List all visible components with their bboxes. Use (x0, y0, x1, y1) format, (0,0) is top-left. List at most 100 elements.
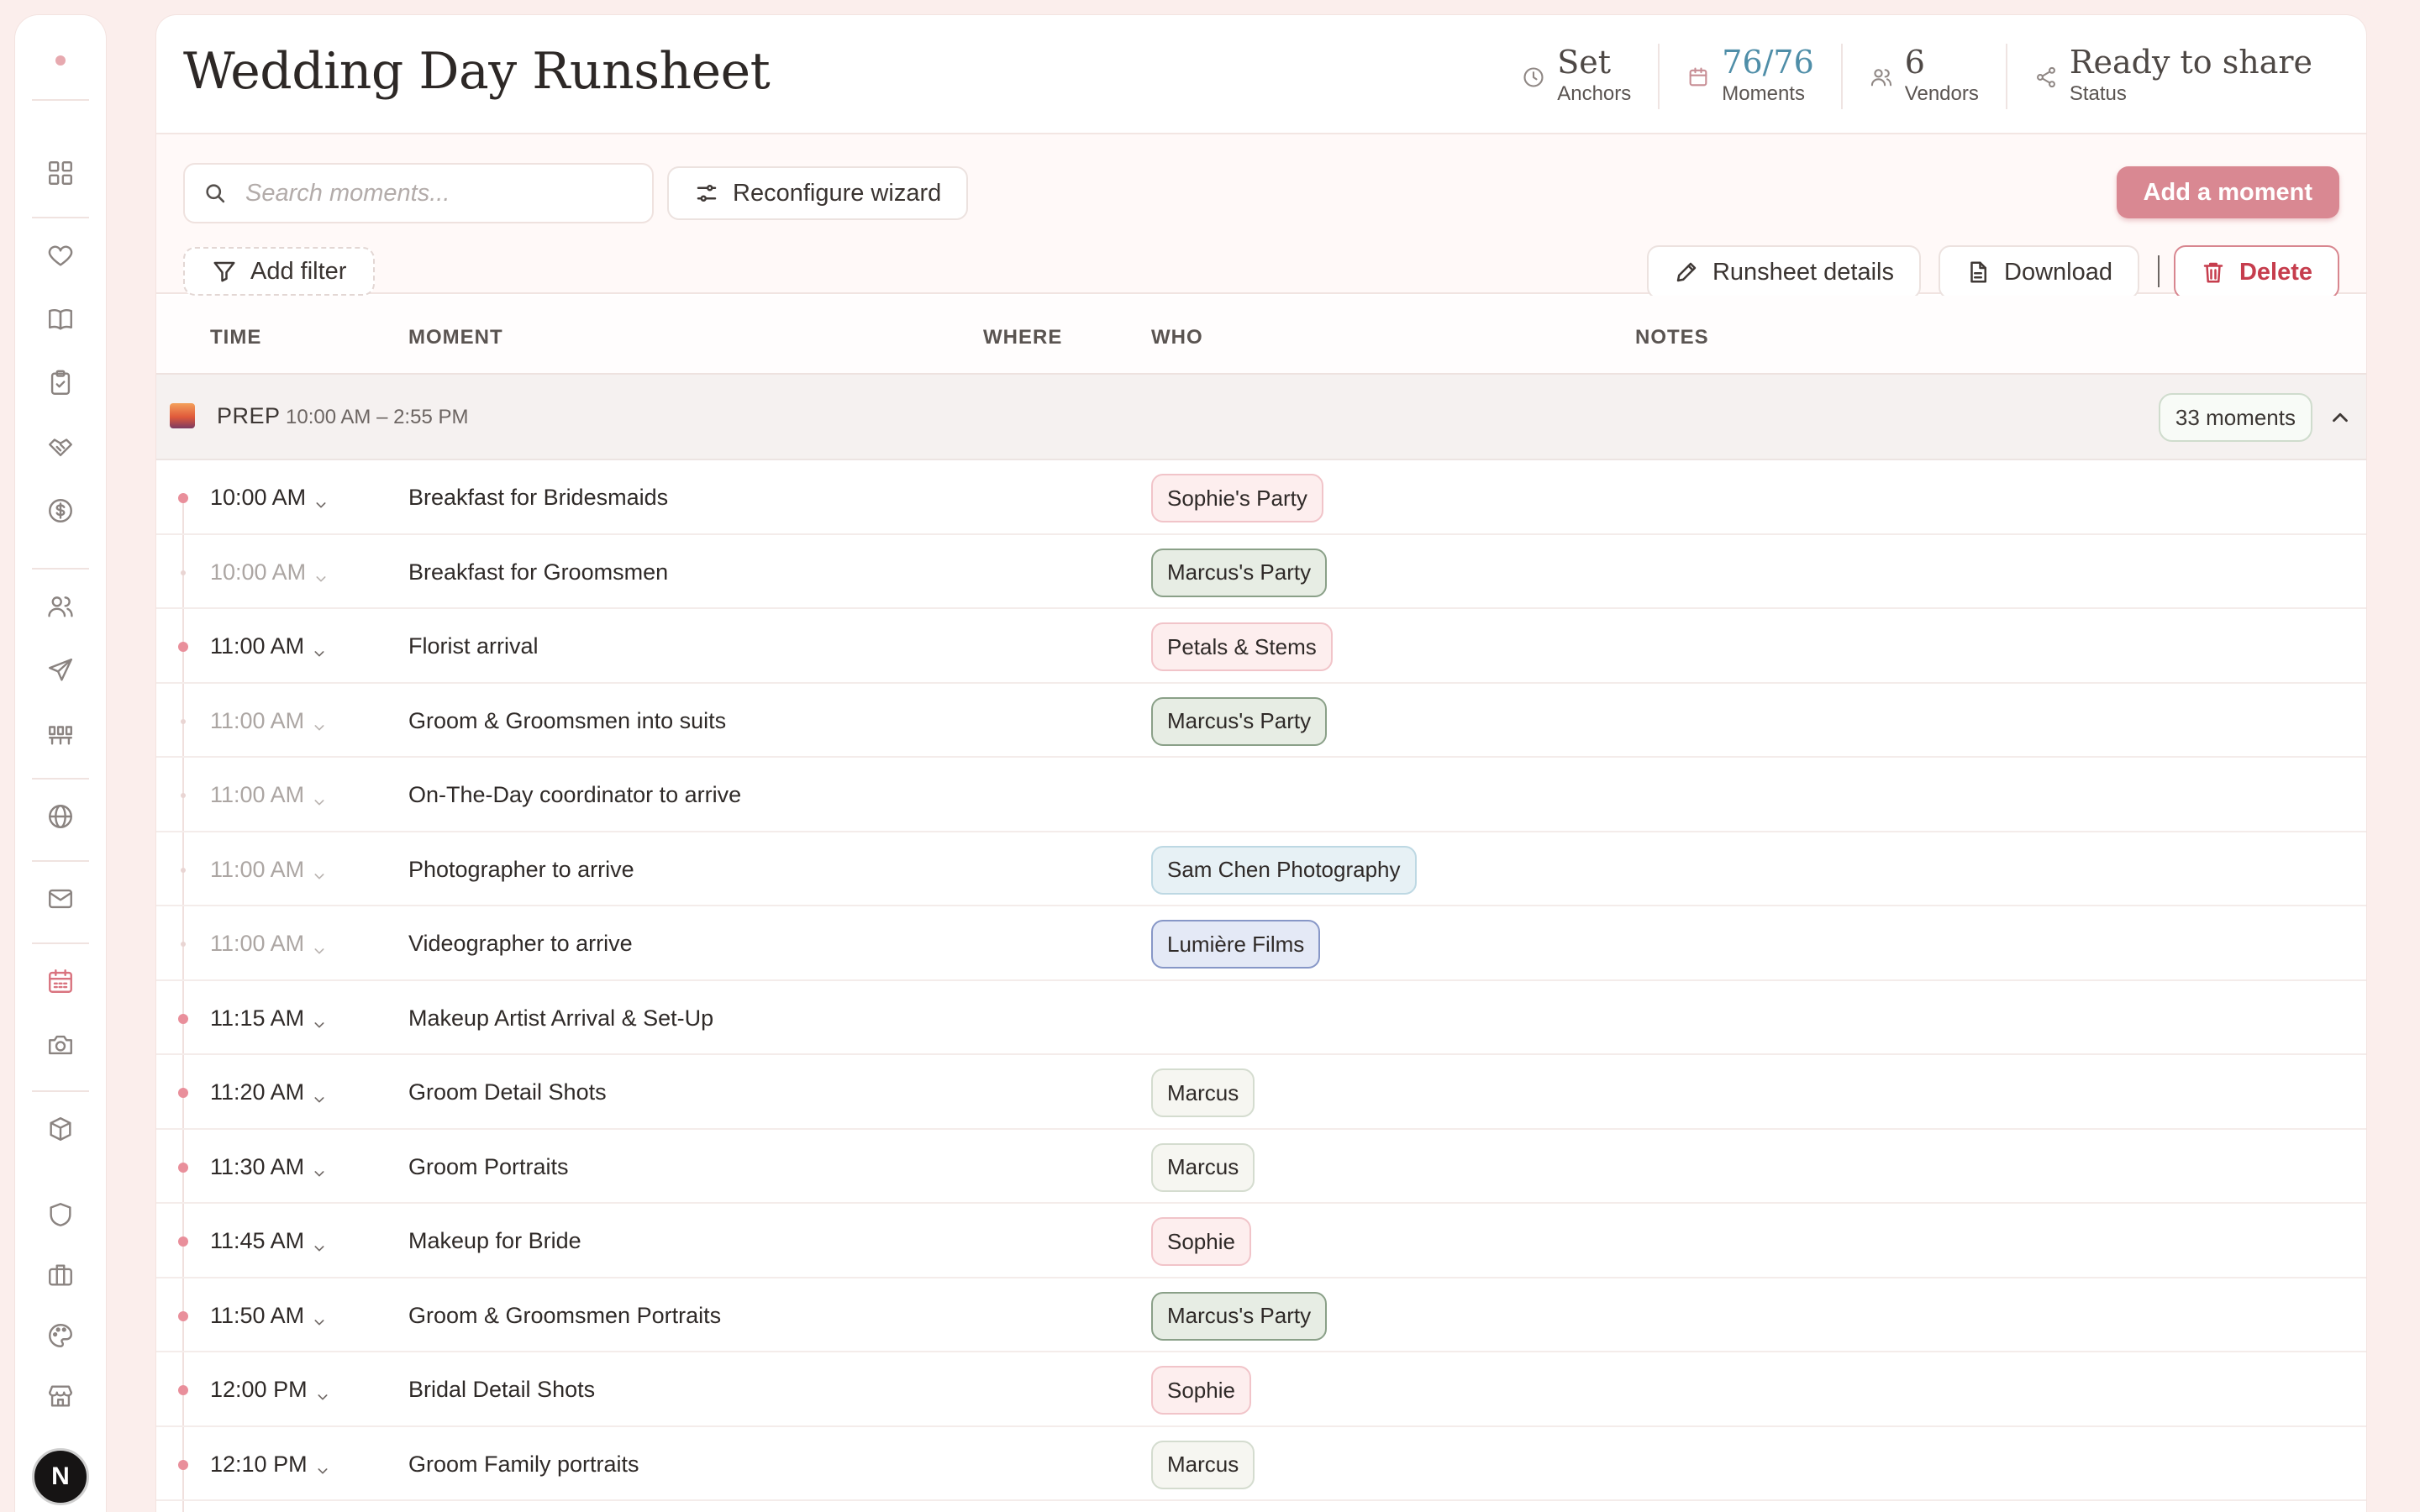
time-dropdown[interactable]: 11:00 AM (210, 708, 326, 734)
table-row[interactable]: 11:20 AM Groom Detail Shots Marcus (156, 1055, 2366, 1130)
column-time[interactable]: TIME (210, 326, 261, 349)
who-tag[interactable]: Marcus (1151, 1068, 1255, 1117)
sidebar-item-dashboard[interactable] (15, 150, 106, 197)
column-moment[interactable]: MOMENT (408, 326, 503, 349)
who-tag[interactable]: Marcus's Party (1151, 696, 1328, 746)
moment-title[interactable]: Groom Portraits (408, 1154, 569, 1180)
moment-title[interactable]: Breakfast for Groomsmen (408, 559, 668, 585)
moment-title[interactable]: Photographer to arrive (408, 857, 634, 883)
time-dropdown[interactable]: 11:30 AM (210, 1154, 326, 1180)
time-dropdown[interactable]: 11:45 AM (210, 1228, 326, 1254)
who-tag[interactable]: Lumière Films (1151, 920, 1321, 969)
who-tag[interactable]: Marcus (1151, 1440, 1255, 1489)
sidebar-item-theme[interactable] (15, 1312, 106, 1359)
stat-status[interactable]: Ready to share Status (2005, 44, 2339, 109)
table-row[interactable]: 10:00 AM Breakfast for Bridesmaids Sophie'… (156, 460, 2366, 535)
moment-title[interactable]: Groom Detail Shots (408, 1079, 607, 1105)
who-tag[interactable]: Marcus's Party (1151, 548, 1328, 597)
seating-icon (49, 726, 72, 745)
delete-button[interactable]: Delete (2173, 245, 2339, 299)
moment-title[interactable]: Breakfast for Bridesmaids (408, 485, 668, 511)
stat-vendors[interactable]: 6 Vendors (1840, 44, 2006, 109)
table-row[interactable]: 10:00 AM Breakfast for Groomsmen Marcus's … (156, 535, 2366, 609)
chevron-down-icon (313, 1160, 326, 1177)
column-where[interactable]: WHERE (983, 326, 1062, 349)
table-row[interactable]: 11:00 AM Photographer to arrive Sam Chen P… (156, 832, 2366, 906)
who-tag[interactable]: Sam Chen Photography (1151, 845, 1417, 895)
table-row[interactable]: 11:30 AM Groom Portraits Marcus (156, 1130, 2366, 1204)
sidebar-item-website[interactable] (15, 793, 106, 840)
table-row[interactable]: 11:00 AM On-The-Day coordinator to arrive (156, 758, 2366, 832)
group-header-prep[interactable]: PREP 10:00 AM – 2:55 PM 33 moments (156, 375, 2366, 460)
table-row[interactable]: 11:45 AM Makeup for Bride Sophie (156, 1204, 2366, 1278)
sidebar-item-guides[interactable] (15, 296, 106, 343)
sidebar-item-guests[interactable] (15, 583, 106, 630)
sidebar-item-invitations[interactable] (15, 647, 106, 694)
sidebar-item-budget[interactable] (15, 487, 106, 534)
table-row[interactable]: 11:50 AM Groom & Groomsmen Portraits Marcu… (156, 1278, 2366, 1352)
column-notes[interactable]: NOTES (1635, 326, 1709, 349)
sidebar-item-seating[interactable] (15, 711, 106, 758)
moment-title[interactable]: Videographer to arrive (408, 931, 633, 957)
download-button[interactable]: Download (1939, 245, 2139, 299)
search-box[interactable] (183, 163, 654, 223)
reconfigure-wizard-button[interactable]: Reconfigure wizard (667, 166, 969, 220)
table-row[interactable]: 11:00 AM Groom & Groomsmen into suits Marc… (156, 684, 2366, 758)
who-tag[interactable]: Marcus (1151, 1142, 1255, 1192)
table-row[interactable]: 11:15 AM Makeup Artist Arrival & Set-Up (156, 981, 2366, 1055)
sidebar-item-photos[interactable] (15, 1021, 106, 1068)
time-dropdown[interactable]: 11:00 AM (210, 857, 326, 883)
time-dropdown[interactable]: 11:00 AM (210, 633, 326, 659)
add-moment-button[interactable]: Add a moment (2116, 166, 2339, 218)
who-tag[interactable]: Petals & Stems (1151, 622, 1333, 671)
stat-value: Ready to share (2069, 44, 2312, 81)
moment-title[interactable]: Groom & Groomsmen Portraits (408, 1303, 721, 1329)
who-tag[interactable]: Sophie (1151, 1217, 1251, 1266)
who-tag[interactable]: Sophie's Party (1151, 474, 1323, 522)
group-name: PREP (217, 403, 281, 428)
table-row[interactable]: 12:00 PM Bridal Detail Shots Sophie (156, 1352, 2366, 1427)
sidebar-item-marketplace[interactable] (15, 1373, 106, 1420)
add-filter-button[interactable]: Add filter (183, 247, 376, 296)
sidebar-item-business[interactable] (15, 1252, 106, 1299)
moment-title[interactable]: Groom Family portraits (408, 1452, 639, 1478)
time-dropdown[interactable]: 11:00 AM (210, 782, 326, 808)
moment-title[interactable]: Groom & Groomsmen into suits (408, 708, 726, 734)
sidebar-item-messages[interactable] (15, 875, 106, 922)
table-row[interactable]: 11:00 AM Videographer to arrive Lumière Fi… (156, 906, 2366, 981)
stat-moments[interactable]: 76/76 Moments (1658, 44, 1841, 109)
moment-title[interactable]: Makeup for Bride (408, 1228, 581, 1254)
sidebar-item-vendors[interactable] (15, 423, 106, 470)
moment-title[interactable]: Bridal Detail Shots (408, 1377, 595, 1403)
time-dropdown[interactable]: 12:00 PM (210, 1377, 329, 1403)
sidebar-item-favorites[interactable] (15, 232, 106, 279)
sidebar-item-registry[interactable] (15, 1105, 106, 1152)
table-row[interactable]: 12:10 PM Groom Family portraits Marcus (156, 1427, 2366, 1501)
chevron-down-icon (313, 1235, 326, 1251)
moment-title[interactable]: Makeup Artist Arrival & Set-Up (408, 1005, 713, 1032)
who-tag[interactable]: Sophie (1151, 1366, 1251, 1415)
runsheet-details-button[interactable]: Runsheet details (1646, 245, 1921, 299)
sidebar-item-security[interactable] (15, 1191, 106, 1238)
time-dropdown[interactable]: 11:00 AM (210, 931, 326, 957)
moment-title[interactable]: Florist arrival (408, 633, 539, 659)
chevron-down-icon (313, 1309, 326, 1326)
time-dropdown[interactable]: 10:00 AM (210, 559, 328, 585)
time-dropdown[interactable]: 12:10 PM (210, 1452, 329, 1478)
stat-anchors[interactable]: Set Anchors (1495, 44, 1658, 109)
avatar[interactable]: N (32, 1448, 89, 1505)
moment-title[interactable]: On-The-Day coordinator to arrive (408, 782, 741, 808)
anchor-dot (178, 1310, 188, 1321)
table-row[interactable] (156, 1501, 2366, 1512)
sidebar-item-checklist[interactable] (15, 360, 106, 407)
chevron-up-icon[interactable] (2328, 405, 2353, 430)
search-input[interactable] (245, 179, 632, 207)
time-dropdown[interactable]: 11:15 AM (210, 1005, 326, 1032)
time-dropdown[interactable]: 11:50 AM (210, 1303, 326, 1329)
column-who[interactable]: WHO (1151, 326, 1203, 349)
table-row[interactable]: 11:00 AM Florist arrival Petals & Stems (156, 609, 2366, 684)
time-dropdown[interactable]: 11:20 AM (210, 1079, 326, 1105)
sidebar-item-runsheet[interactable] (15, 958, 106, 1005)
who-tag[interactable]: Marcus's Party (1151, 1291, 1328, 1341)
time-dropdown[interactable]: 10:00 AM (210, 485, 328, 511)
